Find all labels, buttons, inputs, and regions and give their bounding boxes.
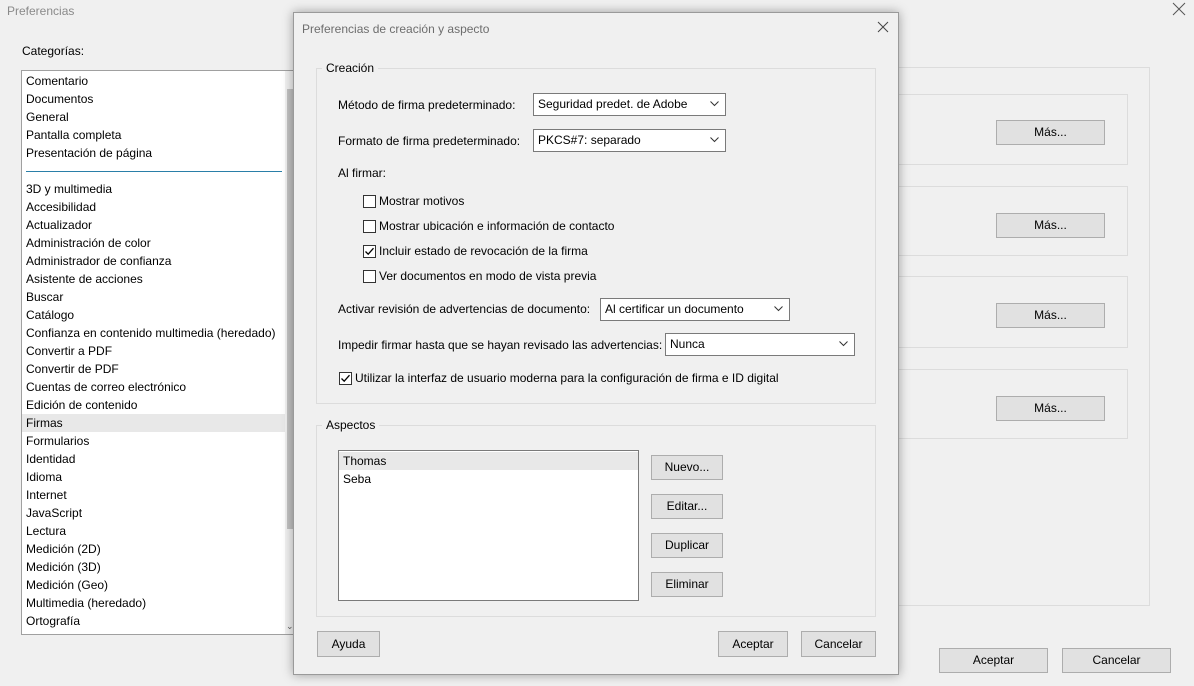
- preview-mode-label: Ver documentos en modo de vista previa: [379, 269, 597, 283]
- window-title: Preferencias: [7, 4, 75, 18]
- show-reasons-checkbox[interactable]: [363, 195, 376, 208]
- chevron-down-icon: [710, 137, 719, 143]
- category-item[interactable]: Confianza en contenido multimedia (hered…: [22, 324, 286, 342]
- checkmark-icon: [365, 247, 374, 256]
- format-value: PKCS#7: separado: [538, 133, 641, 147]
- prevent-signing-label: Impedir firmar hasta que se hayan revisa…: [338, 338, 663, 352]
- category-item[interactable]: Convertir de PDF: [22, 360, 286, 378]
- review-warnings-label: Activar revisión de advertencias de docu…: [338, 302, 591, 316]
- category-item[interactable]: Documentos: [22, 90, 286, 108]
- category-item[interactable]: Cuentas de correo electrónico: [22, 378, 286, 396]
- help-button[interactable]: Ayuda: [317, 631, 380, 657]
- dialog-title: Preferencias de creación y aspecto: [302, 22, 490, 36]
- creation-appearance-dialog: Preferencias de creación y aspecto Creac…: [293, 12, 899, 675]
- include-revocation-label: Incluir estado de revocación de la firma: [379, 244, 588, 258]
- category-item[interactable]: General: [22, 108, 286, 126]
- category-item[interactable]: Comentario: [22, 72, 286, 90]
- category-item[interactable]: Asistente de acciones: [22, 270, 286, 288]
- category-item[interactable]: Accesibilidad: [22, 198, 286, 216]
- category-item[interactable]: Administrador de confianza: [22, 252, 286, 270]
- appearances-group-title: Aspectos: [322, 418, 380, 432]
- close-icon[interactable]: [1172, 2, 1186, 16]
- category-item[interactable]: Edición de contenido: [22, 396, 286, 414]
- checkmark-icon: [341, 374, 350, 383]
- category-item[interactable]: Medición (2D): [22, 540, 286, 558]
- show-location-checkbox[interactable]: [363, 220, 376, 233]
- method-value: Seguridad predet. de Adobe: [538, 97, 688, 111]
- review-warnings-select[interactable]: Al certificar un documento: [600, 298, 790, 321]
- appearances-list[interactable]: Thomas Seba: [338, 450, 639, 601]
- category-item[interactable]: Medición (3D): [22, 558, 286, 576]
- dialog-ok-button[interactable]: Aceptar: [718, 631, 788, 657]
- category-item[interactable]: Lectura: [22, 522, 286, 540]
- modern-ui-checkbox[interactable]: [339, 372, 352, 385]
- chevron-down-icon: [774, 306, 783, 312]
- categories-separator: [26, 171, 282, 172]
- category-item[interactable]: Formularios: [22, 432, 286, 450]
- format-select[interactable]: PKCS#7: separado: [533, 129, 726, 152]
- method-select[interactable]: Seguridad predet. de Adobe: [533, 93, 726, 116]
- category-item[interactable]: Buscar: [22, 288, 286, 306]
- when-signing-label: Al firmar:: [338, 166, 386, 180]
- category-item[interactable]: Convertir a PDF: [22, 342, 286, 360]
- categories-label: Categorías:: [22, 44, 85, 58]
- show-reasons-label: Mostrar motivos: [379, 194, 465, 208]
- more-button[interactable]: Más...: [996, 396, 1105, 421]
- modern-ui-label: Utilizar la interfaz de usuario moderna …: [355, 371, 779, 385]
- creation-group-title: Creación: [322, 61, 379, 75]
- dialog-cancel-button[interactable]: Cancelar: [801, 631, 876, 657]
- format-label: Formato de firma predeterminado:: [338, 134, 521, 148]
- category-item[interactable]: Presentación de página: [22, 144, 286, 162]
- edit-appearance-button[interactable]: Editar...: [651, 494, 723, 519]
- list-item[interactable]: Thomas: [339, 452, 638, 470]
- categories-list[interactable]: Comentario Documentos General Pantalla comp…: [21, 70, 297, 635]
- show-location-label: Mostrar ubicación e información de conta…: [379, 219, 615, 233]
- category-item[interactable]: Administración de color: [22, 234, 286, 252]
- new-appearance-button[interactable]: Nuevo...: [651, 455, 723, 480]
- category-item[interactable]: Actualizador: [22, 216, 286, 234]
- category-item[interactable]: Multimedia (heredado): [22, 594, 286, 612]
- chevron-down-icon: [710, 101, 719, 107]
- category-item[interactable]: Identidad: [22, 450, 286, 468]
- include-revocation-checkbox[interactable]: [363, 245, 376, 258]
- category-item[interactable]: Idioma: [22, 468, 286, 486]
- more-button[interactable]: Más...: [996, 120, 1105, 145]
- more-button[interactable]: Más...: [996, 213, 1105, 238]
- category-item[interactable]: JavaScript: [22, 504, 286, 522]
- method-label: Método de firma predeterminado:: [338, 98, 516, 112]
- prevent-signing-value: Nunca: [670, 337, 705, 351]
- prevent-signing-select[interactable]: Nunca: [665, 333, 855, 356]
- chevron-down-icon: [839, 341, 848, 347]
- review-warnings-value: Al certificar un documento: [605, 302, 744, 316]
- delete-appearance-button[interactable]: Eliminar: [651, 572, 723, 597]
- list-item[interactable]: Seba: [339, 470, 638, 488]
- cancel-button[interactable]: Cancelar: [1062, 648, 1171, 673]
- close-icon[interactable]: [877, 21, 889, 33]
- more-button[interactable]: Más...: [996, 303, 1105, 328]
- category-item[interactable]: Medición (Geo): [22, 576, 286, 594]
- category-item[interactable]: 3D y multimedia: [22, 180, 286, 198]
- ok-button[interactable]: Aceptar: [939, 648, 1048, 673]
- category-item[interactable]: Internet: [22, 486, 286, 504]
- preview-mode-checkbox[interactable]: [363, 270, 376, 283]
- category-item[interactable]: Ortografía: [22, 612, 286, 630]
- category-item[interactable]: Firmas: [22, 414, 286, 432]
- category-item[interactable]: Pantalla completa: [22, 126, 286, 144]
- duplicate-appearance-button[interactable]: Duplicar: [651, 533, 723, 558]
- category-item[interactable]: Catálogo: [22, 306, 286, 324]
